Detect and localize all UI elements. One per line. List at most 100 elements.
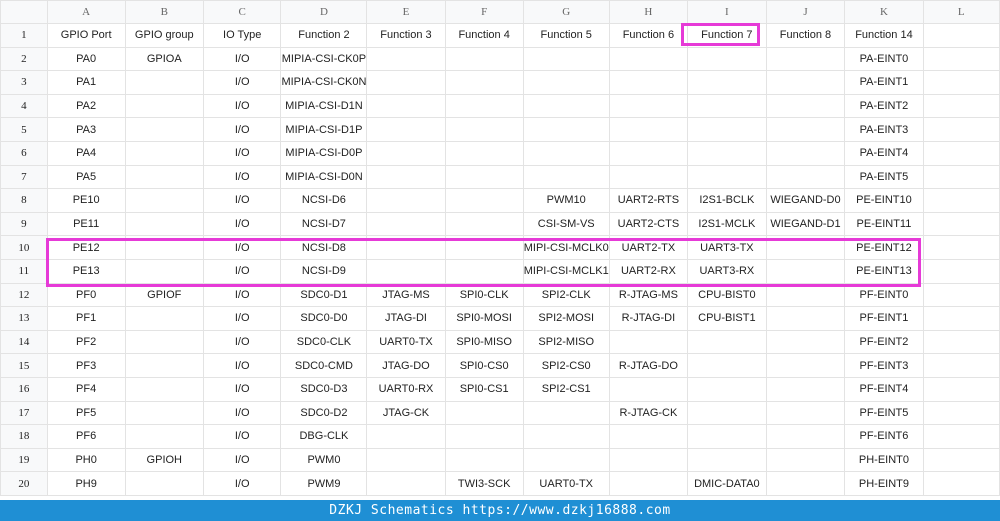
cell[interactable]: Function 14	[844, 23, 924, 48]
cell[interactable]	[124, 376, 204, 402]
cell[interactable]	[687, 400, 767, 426]
cell[interactable]	[522, 117, 610, 142]
cell[interactable]: JTAG-DO	[366, 353, 446, 378]
cell[interactable]: PF5	[46, 400, 126, 426]
cell[interactable]: R-JTAG-CK	[608, 400, 689, 426]
cell[interactable]: I/O	[202, 117, 282, 142]
cell[interactable]	[522, 140, 610, 166]
cell[interactable]	[687, 164, 767, 190]
cell[interactable]	[765, 46, 846, 72]
cell[interactable]: PF-EINT4	[844, 376, 924, 402]
row-number[interactable]: 8	[0, 188, 48, 213]
cell[interactable]: Function 5	[522, 23, 610, 48]
column-header[interactable]: A	[46, 0, 126, 24]
cell[interactable]	[765, 329, 846, 355]
cell[interactable]	[124, 93, 204, 119]
cell[interactable]: PF-EINT5	[844, 400, 924, 426]
cell[interactable]	[687, 70, 767, 95]
cell[interactable]	[922, 140, 1000, 166]
cell[interactable]	[765, 306, 846, 331]
cell[interactable]	[444, 70, 524, 95]
cell[interactable]: PWM0	[280, 447, 368, 473]
column-header[interactable]: L	[922, 0, 1000, 24]
cell[interactable]: PA4	[46, 140, 126, 166]
cell[interactable]: I/O	[202, 353, 282, 378]
cell[interactable]: UART3-RX	[687, 258, 767, 284]
cell[interactable]	[687, 93, 767, 119]
cell[interactable]	[124, 353, 204, 378]
cell[interactable]	[765, 447, 846, 473]
cell[interactable]	[687, 140, 767, 166]
cell[interactable]	[922, 70, 1000, 95]
column-header[interactable]: J	[765, 0, 846, 24]
cell[interactable]: PE-EINT10	[844, 188, 924, 213]
cell[interactable]	[608, 93, 689, 119]
cell[interactable]	[444, 93, 524, 119]
cell[interactable]: IO Type	[202, 23, 282, 48]
cell[interactable]: PA-EINT5	[844, 164, 924, 190]
column-header[interactable]: B	[124, 0, 204, 24]
cell[interactable]: NCSI-D9	[280, 258, 368, 284]
cell[interactable]	[765, 471, 846, 496]
cell[interactable]	[922, 188, 1000, 213]
cell[interactable]	[765, 164, 846, 190]
cell[interactable]: PF-EINT1	[844, 306, 924, 331]
cell[interactable]	[366, 140, 446, 166]
cell[interactable]: PF-EINT2	[844, 329, 924, 355]
cell[interactable]: I/O	[202, 140, 282, 166]
cell[interactable]	[687, 424, 767, 449]
cell[interactable]	[765, 424, 846, 449]
cell[interactable]	[922, 23, 1000, 48]
cell[interactable]	[922, 282, 1000, 308]
cell[interactable]: PE11	[46, 211, 126, 237]
cell[interactable]: I/O	[202, 400, 282, 426]
cell[interactable]: PA-EINT0	[844, 46, 924, 72]
row-number[interactable]: 17	[0, 400, 48, 426]
select-all-corner[interactable]	[0, 0, 48, 24]
cell[interactable]	[922, 46, 1000, 72]
cell[interactable]	[608, 117, 689, 142]
row-number[interactable]: 1	[0, 23, 48, 48]
cell[interactable]: SPI0-MISO	[444, 329, 524, 355]
row-number[interactable]: 19	[0, 447, 48, 473]
cell[interactable]	[444, 117, 524, 142]
cell[interactable]	[444, 447, 524, 473]
cell[interactable]: PH0	[46, 447, 126, 473]
cell[interactable]: SDC0-D3	[280, 376, 368, 402]
row-number[interactable]: 11	[0, 258, 48, 284]
cell[interactable]: DMIC-DATA0	[687, 471, 767, 496]
cell[interactable]: PF-EINT0	[844, 282, 924, 308]
cell[interactable]: SPI2-CLK	[522, 282, 610, 308]
cell[interactable]: I/O	[202, 188, 282, 213]
cell[interactable]	[366, 211, 446, 237]
cell[interactable]: MIPIA-CSI-CK0N	[280, 70, 368, 95]
cell[interactable]	[124, 400, 204, 426]
cell[interactable]	[444, 400, 524, 426]
cell[interactable]	[608, 70, 689, 95]
cell[interactable]	[124, 211, 204, 237]
cell[interactable]	[687, 117, 767, 142]
cell[interactable]: MIPIA-CSI-D0N	[280, 164, 368, 190]
cell[interactable]	[522, 93, 610, 119]
cell[interactable]: I/O	[202, 46, 282, 72]
cell[interactable]: PH-EINT9	[844, 471, 924, 496]
cell[interactable]	[687, 447, 767, 473]
column-header[interactable]: I	[687, 0, 767, 24]
cell[interactable]: PA3	[46, 117, 126, 142]
cell[interactable]: Function 7	[687, 23, 767, 48]
cell[interactable]: I2S1-MCLK	[687, 211, 767, 237]
row-number[interactable]: 3	[0, 70, 48, 95]
cell[interactable]	[765, 140, 846, 166]
cell[interactable]: I/O	[202, 164, 282, 190]
cell[interactable]: Function 3	[366, 23, 446, 48]
cell[interactable]: PA1	[46, 70, 126, 95]
cell[interactable]: SPI0-CS1	[444, 376, 524, 402]
cell[interactable]	[522, 424, 610, 449]
cell[interactable]	[444, 46, 524, 72]
cell[interactable]: PH9	[46, 471, 126, 496]
cell[interactable]	[124, 258, 204, 284]
cell[interactable]	[366, 235, 446, 260]
cell[interactable]: PA0	[46, 46, 126, 72]
cell[interactable]: PE10	[46, 188, 126, 213]
cell[interactable]: NCSI-D6	[280, 188, 368, 213]
